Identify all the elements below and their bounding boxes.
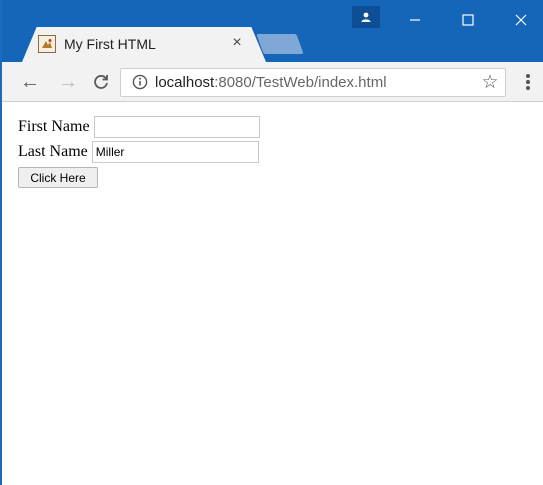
first-name-label: First Name	[18, 118, 90, 135]
click-here-button[interactable]: Click Here	[18, 167, 98, 188]
minimize-button[interactable]	[400, 8, 430, 32]
url-path: :8080/TestWeb/index.html	[214, 74, 387, 91]
browser-window: My First HTML × ← → localhost:8080/TestW	[0, 0, 543, 485]
close-window-button[interactable]	[506, 8, 536, 32]
tab-close-icon[interactable]: ×	[229, 34, 245, 52]
menu-dots-icon[interactable]	[524, 72, 532, 92]
info-icon[interactable]	[132, 74, 148, 90]
last-name-row: Last Name	[18, 141, 259, 163]
profile-icon[interactable]	[352, 6, 380, 28]
html-image-icon	[38, 35, 56, 53]
url-host: localhost	[155, 74, 215, 91]
url-text[interactable]: localhost:8080/TestWeb/index.html	[155, 74, 387, 91]
last-name-label: Last Name	[18, 143, 88, 160]
first-name-input[interactable]	[93, 116, 260, 138]
new-tab-button[interactable]	[256, 34, 304, 54]
back-arrow-icon[interactable]: ←	[18, 70, 42, 94]
first-name-row: First Name	[18, 116, 260, 138]
tab-title: My First HTML	[64, 36, 156, 52]
maximize-button[interactable]	[453, 8, 483, 32]
forward-arrow-icon[interactable]: →	[56, 70, 80, 94]
reload-icon[interactable]	[89, 70, 113, 94]
last-name-input[interactable]	[91, 141, 259, 163]
bookmark-star-icon[interactable]: ☆	[479, 71, 501, 94]
